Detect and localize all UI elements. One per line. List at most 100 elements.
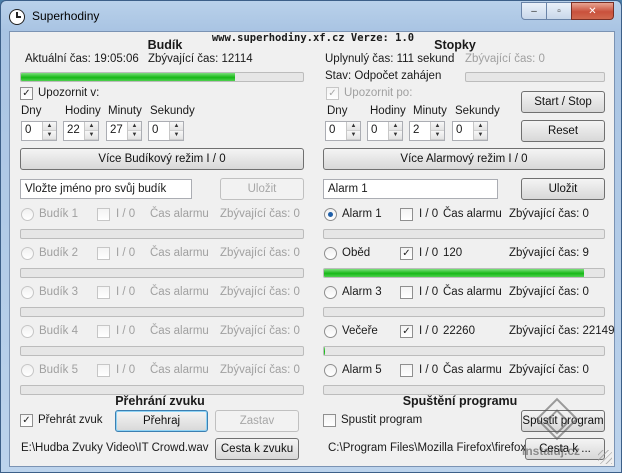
stopky-item-radio[interactable] <box>324 286 337 299</box>
budik-item-radio[interactable] <box>21 325 34 338</box>
program-title: Spuštění programu <box>402 394 518 408</box>
budik-dny-stepper[interactable]: 0 ▲ ▼ <box>21 121 57 141</box>
site-version: www.superhodiny.xf.cz Verze: 1.0 <box>211 32 415 44</box>
program-path: C:\Program Files\Mozilla Firefox\firefox… <box>328 442 548 454</box>
stopky-item-time: Čas alarmu <box>443 208 502 220</box>
budik-item-name: Budík 4 <box>39 325 78 337</box>
budik-item-checkbox[interactable] <box>97 208 110 221</box>
stepper-down-icon[interactable]: ▼ <box>128 131 141 140</box>
stepper-up-icon[interactable]: ▲ <box>128 122 141 131</box>
stopky-item-time: 120 <box>443 247 463 259</box>
stopky-item-time: Čas alarmu <box>443 286 502 298</box>
stopky-item-radio[interactable] <box>324 208 337 221</box>
stepper-down-icon[interactable]: ▼ <box>474 131 487 140</box>
stopky-label-minuty: Minuty <box>413 105 447 117</box>
stop-sound-button[interactable]: Zastav <box>215 410 299 432</box>
stepper-up-icon[interactable]: ▲ <box>347 122 360 131</box>
stopky-mode-button[interactable]: Více Alarmový režim I / 0 <box>323 148 605 170</box>
stepper-value: 0 <box>25 124 32 136</box>
stepper-up-icon[interactable]: ▲ <box>431 122 444 131</box>
play-button[interactable]: Přehraj <box>115 410 208 432</box>
watermark-logo: Instaluj.cz <box>522 397 600 458</box>
stepper-up-icon[interactable]: ▲ <box>170 122 183 131</box>
stopky-minuty-stepper[interactable]: 2 ▲ ▼ <box>409 121 445 141</box>
watermark-text: Instaluj.cz <box>522 444 581 458</box>
budik-progress-bar <box>20 72 304 82</box>
budik-minuty-stepper[interactable]: 27 ▲ ▼ <box>106 121 142 141</box>
sound-path: E:\Hudba Zvuky Video\IT Crowd.wav <box>21 442 209 454</box>
stopky-item-remaining: Zbývající čas: 0 <box>509 208 589 220</box>
stepper-value: 27 <box>110 124 123 136</box>
stepper-up-icon[interactable]: ▲ <box>389 122 402 131</box>
budik-item-remaining: Zbývající čas: 0 <box>220 208 300 220</box>
budik-item-remaining: Zbývající čas: 0 <box>220 286 300 298</box>
stopky-item-remaining: Zbývající čas: 9 <box>509 247 589 259</box>
budik-item-progress-bar <box>20 346 304 356</box>
stopky-item-checkbox[interactable] <box>400 286 413 299</box>
stopky-notify-checkbox[interactable]: ✓ <box>326 87 339 100</box>
stepper-down-icon[interactable]: ▼ <box>389 131 402 140</box>
reset-button[interactable]: Reset <box>521 120 605 142</box>
budik-item-radio[interactable] <box>21 247 34 260</box>
stepper-down-icon[interactable]: ▼ <box>170 131 183 140</box>
stopky-item-radio[interactable] <box>324 247 337 260</box>
stepper-value: 0 <box>152 124 159 136</box>
stopky-item-checkbox[interactable]: ✓ <box>400 247 413 260</box>
stopky-sekundy-stepper[interactable]: 0 ▲ ▼ <box>452 121 488 141</box>
budik-item-radio[interactable] <box>21 286 34 299</box>
budik-item-radio[interactable] <box>21 364 34 377</box>
start-stop-button[interactable]: Start / Stop <box>521 91 605 113</box>
resize-grip[interactable] <box>598 450 612 464</box>
stopky-item-checkbox[interactable] <box>400 364 413 377</box>
stepper-up-icon[interactable]: ▲ <box>474 122 487 131</box>
stepper-down-icon[interactable]: ▼ <box>85 131 98 140</box>
stopky-state: Stav: Odpočet zahájen <box>325 70 442 82</box>
budik-item-checkbox[interactable] <box>97 286 110 299</box>
stopky-item-name: Alarm 1 <box>342 208 382 220</box>
close-button[interactable]: ✕ <box>571 2 614 20</box>
play-sound-checkbox[interactable]: ✓ <box>20 414 33 427</box>
budik-item-time: Čas alarmu <box>150 208 209 220</box>
budik-item-checkbox[interactable] <box>97 247 110 260</box>
budik-save-button[interactable]: Uložit <box>220 178 304 200</box>
stopky-item-io: I / 0 <box>419 247 439 259</box>
budik-item-checkbox[interactable] <box>97 325 110 338</box>
budik-item-time: Čas alarmu <box>150 286 209 298</box>
stepper-down-icon[interactable]: ▼ <box>43 131 56 140</box>
stopky-title: Stopky <box>434 38 476 52</box>
budik-hodiny-stepper[interactable]: 22 ▲ ▼ <box>63 121 99 141</box>
budik-item-checkbox[interactable] <box>97 364 110 377</box>
budik-sekundy-stepper[interactable]: 0 ▲ ▼ <box>148 121 184 141</box>
budik-item-time: Čas alarmu <box>150 325 209 337</box>
stopky-save-button[interactable]: Uložit <box>521 178 605 200</box>
stopky-dny-stepper[interactable]: 0 ▲ ▼ <box>325 121 361 141</box>
stepper-down-icon[interactable]: ▼ <box>347 131 360 140</box>
run-program-checkbox[interactable] <box>323 414 336 427</box>
budik-item-io: I / 0 <box>116 364 136 376</box>
budik-mode-button[interactable]: Více Budíkový režim I / 0 <box>20 148 304 170</box>
stopky-item-progress-fill <box>324 347 326 355</box>
stopky-item-io: I / 0 <box>419 208 439 220</box>
stopky-item-checkbox[interactable]: ✓ <box>400 325 413 338</box>
stepper-down-icon[interactable]: ▼ <box>431 131 444 140</box>
budik-name-input[interactable]: Vložte jméno pro svůj budík <box>20 179 192 199</box>
stepper-up-icon[interactable]: ▲ <box>43 122 56 131</box>
budik-item-progress-bar <box>20 307 304 317</box>
stopky-name-input[interactable]: Alarm 1 <box>323 179 498 199</box>
budik-item-radio[interactable] <box>21 208 34 221</box>
stopky-item-checkbox[interactable] <box>400 208 413 221</box>
sound-path-button[interactable]: Cesta k zvuku <box>215 438 299 460</box>
minimize-button[interactable]: – <box>521 2 547 20</box>
budik-current-time: Aktuální čas: 19:05:06 <box>25 53 139 65</box>
stopky-hodiny-stepper[interactable]: 0 ▲ ▼ <box>367 121 403 141</box>
maximize-button[interactable]: ▫ <box>546 2 572 20</box>
budik-item-remaining: Zbývající čas: 0 <box>220 247 300 259</box>
stopky-item-radio[interactable] <box>324 325 337 338</box>
budik-notify-checkbox[interactable]: ✓ <box>20 87 33 100</box>
stepper-up-icon[interactable]: ▲ <box>85 122 98 131</box>
stopky-item-remaining: Zbývající čas: 0 <box>509 364 589 376</box>
stopky-item-name: Večeře <box>342 325 378 337</box>
title-bar[interactable]: Superhodiny – ▫ ✕ <box>1 1 621 31</box>
stopky-item-radio[interactable] <box>324 364 337 377</box>
stopky-item-remaining: Zbývající čas: 22149 <box>509 325 615 337</box>
